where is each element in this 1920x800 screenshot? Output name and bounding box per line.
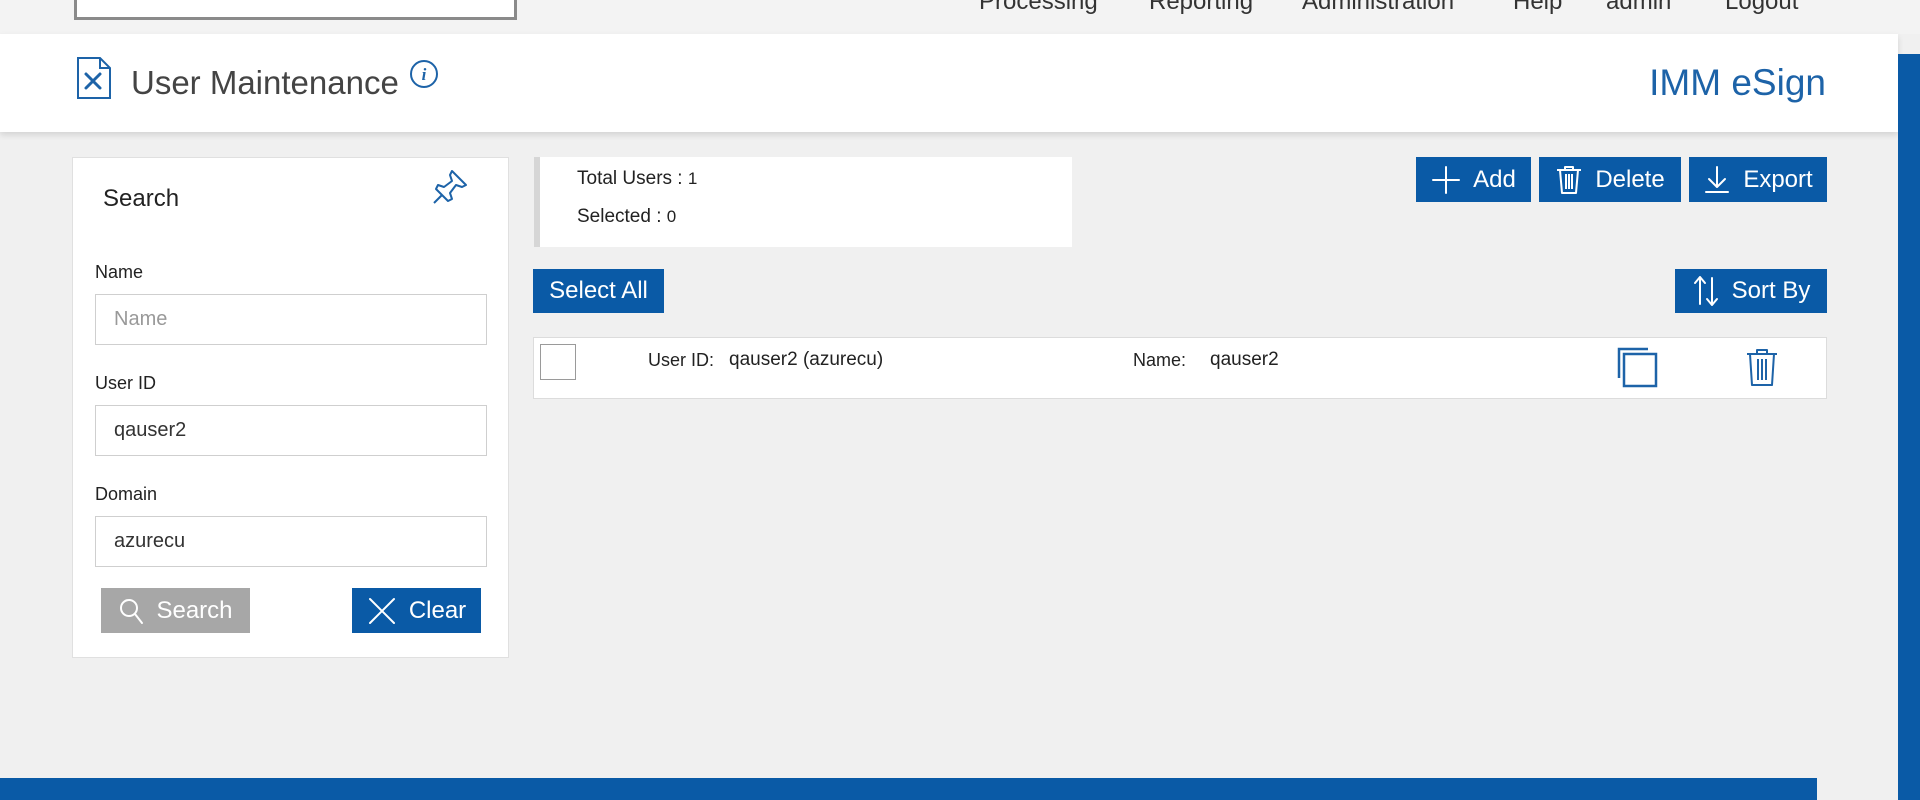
page-scrollbar[interactable] xyxy=(1898,54,1920,800)
select-all-button-label: Select All xyxy=(549,277,648,304)
total-users-count: 1 xyxy=(687,169,698,188)
total-users-summary: Total Users : 1 xyxy=(577,168,697,190)
nav-item-help[interactable]: Help xyxy=(1513,0,1562,16)
plus-icon xyxy=(1432,165,1461,194)
clear-button[interactable]: Clear xyxy=(352,588,481,633)
name-field[interactable] xyxy=(95,294,487,345)
user-id-field-label: User ID xyxy=(95,373,157,393)
user-id-value: qauser2 (azurecu) xyxy=(729,349,884,370)
info-icon[interactable]: i xyxy=(409,59,439,89)
magnifier-icon xyxy=(120,598,144,624)
x-icon xyxy=(368,597,395,624)
nav-item-administration[interactable]: Administration xyxy=(1302,0,1454,16)
name-value: qauser2 xyxy=(1210,349,1279,370)
delete-button[interactable]: Delete xyxy=(1539,157,1681,202)
total-users-label: Total Users : xyxy=(577,168,683,189)
domain-field-label: Domain xyxy=(95,484,158,504)
search-button-label: Search xyxy=(156,596,233,624)
selected-summary: Selected : 0 xyxy=(577,206,676,228)
pin-icon[interactable] xyxy=(430,167,470,207)
nav-item-logout[interactable]: Logout xyxy=(1725,0,1798,16)
row-select-checkbox[interactable] xyxy=(540,344,576,380)
user-id-label: User ID: xyxy=(648,350,715,370)
app-logo-box xyxy=(74,0,517,20)
download-icon xyxy=(1705,165,1730,193)
nav-item-reporting[interactable]: Reporting xyxy=(1149,0,1253,16)
search-button[interactable]: Search xyxy=(101,588,250,633)
page-title: User Maintenance xyxy=(131,64,399,101)
add-button[interactable]: Add xyxy=(1416,157,1531,202)
page-footer-bar xyxy=(0,778,1817,800)
add-button-label: Add xyxy=(1473,165,1516,193)
brand-name: IMM eSign xyxy=(1649,62,1826,103)
tool-document-icon xyxy=(77,57,111,99)
domain-field[interactable] xyxy=(95,516,487,567)
clear-button-label: Clear xyxy=(408,596,467,624)
select-all-button[interactable]: Select All xyxy=(533,269,664,313)
sort-by-button[interactable]: Sort By xyxy=(1675,269,1827,313)
nav-item-processing[interactable]: Processing xyxy=(979,0,1098,16)
svg-text:i: i xyxy=(422,65,427,84)
nav-item-admin-user[interactable]: admin xyxy=(1606,0,1671,16)
user-id-field[interactable] xyxy=(95,405,487,456)
delete-button-label: Delete xyxy=(1595,165,1665,193)
trash-icon xyxy=(1557,165,1582,194)
search-panel-title: Search xyxy=(103,185,180,212)
export-button[interactable]: Export xyxy=(1689,157,1827,202)
export-button-label: Export xyxy=(1743,165,1813,193)
name-field-label: Name xyxy=(95,262,144,282)
row-trash-icon[interactable] xyxy=(1744,347,1780,387)
copy-icon[interactable] xyxy=(1616,346,1660,390)
name-label: Name: xyxy=(1133,350,1187,370)
sort-arrows-icon xyxy=(1693,276,1718,306)
selected-count: 0 xyxy=(666,207,677,226)
selected-label: Selected : xyxy=(577,206,662,227)
sort-by-button-label: Sort By xyxy=(1731,277,1811,304)
